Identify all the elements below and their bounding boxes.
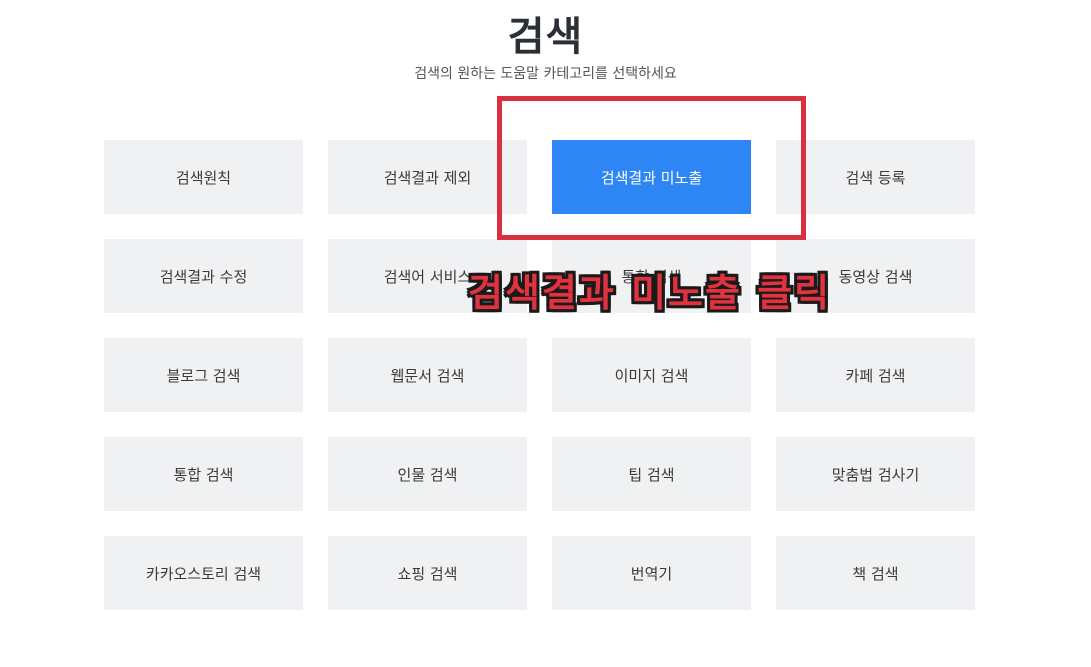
category-button[interactable]: 검색 등록 (776, 140, 975, 214)
category-button-active[interactable]: 검색결과 미노출 (552, 140, 751, 214)
category-grid: 검색원칙 검색결과 제외 검색결과 미노출 검색 등록 검색결과 수정 검색어 … (104, 140, 975, 610)
category-button[interactable]: 맞춤법 검사기 (776, 437, 975, 511)
category-button[interactable]: 인물 검색 (328, 437, 527, 511)
category-button[interactable]: 검색결과 제외 (328, 140, 527, 214)
category-button[interactable]: 동영상 검색 (776, 239, 975, 313)
category-button[interactable]: 블로그 검색 (104, 338, 303, 412)
category-button[interactable]: 카카오스토리 검색 (104, 536, 303, 610)
category-button[interactable]: 쇼핑 검색 (328, 536, 527, 610)
category-button[interactable]: 웹문서 검색 (328, 338, 527, 412)
category-button[interactable]: 통합 검색 (552, 239, 751, 313)
category-button[interactable]: 검색어 서비스 (328, 239, 527, 313)
category-button[interactable]: 통합 검색 (104, 437, 303, 511)
page-title: 검색 (507, 14, 584, 60)
category-button[interactable]: 이미지 검색 (552, 338, 751, 412)
category-button[interactable]: 책 검색 (776, 536, 975, 610)
category-button[interactable]: 카페 검색 (776, 338, 975, 412)
category-button[interactable]: 팁 검색 (552, 437, 751, 511)
category-button[interactable]: 검색원칙 (104, 140, 303, 214)
page-subtitle: 검색의 원하는 도움말 카테고리를 선택하세요 (414, 66, 677, 82)
category-button[interactable]: 검색결과 수정 (104, 239, 303, 313)
category-button[interactable]: 번역기 (552, 536, 751, 610)
